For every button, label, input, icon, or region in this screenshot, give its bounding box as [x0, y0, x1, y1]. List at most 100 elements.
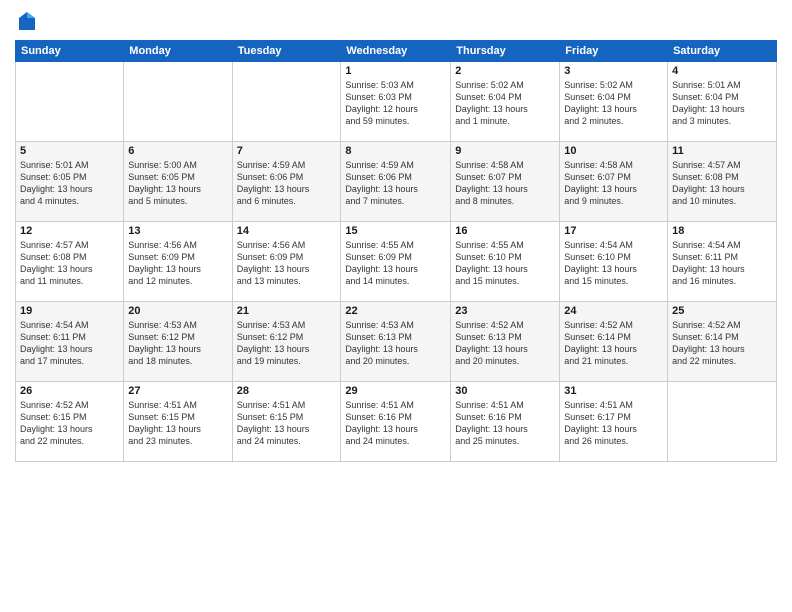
day-info: Sunrise: 5:03 AM Sunset: 6:03 PM Dayligh…: [345, 79, 446, 128]
day-number: 10: [564, 145, 663, 157]
day-info: Sunrise: 4:55 AM Sunset: 6:10 PM Dayligh…: [455, 239, 555, 288]
day-number: 20: [128, 305, 227, 317]
day-info: Sunrise: 4:59 AM Sunset: 6:06 PM Dayligh…: [237, 159, 337, 208]
day-info: Sunrise: 4:54 AM Sunset: 6:11 PM Dayligh…: [20, 319, 119, 368]
day-number: 9: [455, 145, 555, 157]
day-number: 11: [672, 145, 772, 157]
day-info: Sunrise: 4:54 AM Sunset: 6:11 PM Dayligh…: [672, 239, 772, 288]
calendar-day-15: 15 Sunrise: 4:55 AM Sunset: 6:09 PM Dayli…: [341, 222, 451, 302]
logo: [15, 10, 43, 34]
weekday-header-monday: Monday: [124, 41, 232, 62]
day-number: 26: [20, 385, 119, 397]
day-info: Sunrise: 5:02 AM Sunset: 6:04 PM Dayligh…: [564, 79, 663, 128]
day-info: Sunrise: 4:58 AM Sunset: 6:07 PM Dayligh…: [455, 159, 555, 208]
header-row: SundayMondayTuesdayWednesdayThursdayFrid…: [16, 41, 777, 62]
calendar-week-1: 1Sunrise: 5:03 AM Sunset: 6:03 PM Daylig…: [16, 62, 777, 142]
calendar-day-11: 11Sunrise: 4:57 AM Sunset: 6:08 PM Dayli…: [668, 142, 777, 222]
weekday-header-thursday: Thursday: [451, 41, 560, 62]
day-number: 13: [128, 225, 227, 237]
calendar-day-20: 20 Sunrise: 4:53 AM Sunset: 6:12 PM Dayli…: [124, 302, 232, 382]
day-number: 4: [672, 65, 772, 77]
day-info: Sunrise: 4:52 AM Sunset: 6:13 PM Dayligh…: [455, 319, 555, 368]
weekday-header-friday: Friday: [560, 41, 668, 62]
calendar-day-8: 8Sunrise: 4:59 AM Sunset: 6:06 PM Daylig…: [341, 142, 451, 222]
day-number: 14: [237, 225, 337, 237]
day-number: 28: [237, 385, 337, 397]
calendar-week-2: 5 Sunrise: 5:01 AM Sunset: 6:05 PM Daylig…: [16, 142, 777, 222]
day-info: Sunrise: 4:51 AM Sunset: 6:17 PM Dayligh…: [564, 399, 663, 448]
day-info: Sunrise: 4:55 AM Sunset: 6:09 PM Dayligh…: [345, 239, 446, 288]
empty-cell: [668, 382, 777, 462]
calendar-day-27: 27 Sunrise: 4:51 AM Sunset: 6:15 PM Dayli…: [124, 382, 232, 462]
day-number: 31: [564, 385, 663, 397]
day-number: 3: [564, 65, 663, 77]
day-number: 22: [345, 305, 446, 317]
day-info: Sunrise: 4:52 AM Sunset: 6:15 PM Dayligh…: [20, 399, 119, 448]
calendar-day-25: 25Sunrise: 4:52 AM Sunset: 6:14 PM Dayli…: [668, 302, 777, 382]
calendar-day-9: 9 Sunrise: 4:58 AM Sunset: 6:07 PM Daylig…: [451, 142, 560, 222]
day-info: Sunrise: 5:00 AM Sunset: 6:05 PM Dayligh…: [128, 159, 227, 208]
header: [15, 10, 777, 34]
day-info: Sunrise: 4:53 AM Sunset: 6:12 PM Dayligh…: [128, 319, 227, 368]
day-number: 8: [345, 145, 446, 157]
day-info: Sunrise: 4:56 AM Sunset: 6:09 PM Dayligh…: [237, 239, 337, 288]
calendar-week-4: 19 Sunrise: 4:54 AM Sunset: 6:11 PM Dayli…: [16, 302, 777, 382]
empty-cell: [16, 62, 124, 142]
weekday-header-saturday: Saturday: [668, 41, 777, 62]
calendar-day-7: 7 Sunrise: 4:59 AM Sunset: 6:06 PM Daylig…: [232, 142, 341, 222]
calendar-day-1: 1Sunrise: 5:03 AM Sunset: 6:03 PM Daylig…: [341, 62, 451, 142]
calendar-day-4: 4 Sunrise: 5:01 AM Sunset: 6:04 PM Daylig…: [668, 62, 777, 142]
calendar-day-18: 18 Sunrise: 4:54 AM Sunset: 6:11 PM Dayli…: [668, 222, 777, 302]
day-number: 12: [20, 225, 119, 237]
day-number: 30: [455, 385, 555, 397]
day-number: 24: [564, 305, 663, 317]
day-info: Sunrise: 4:56 AM Sunset: 6:09 PM Dayligh…: [128, 239, 227, 288]
weekday-header-wednesday: Wednesday: [341, 41, 451, 62]
logo-icon: [15, 10, 39, 34]
day-number: 18: [672, 225, 772, 237]
calendar-day-29: 29 Sunrise: 4:51 AM Sunset: 6:16 PM Dayli…: [341, 382, 451, 462]
weekday-header-tuesday: Tuesday: [232, 41, 341, 62]
calendar-day-23: 23 Sunrise: 4:52 AM Sunset: 6:13 PM Dayli…: [451, 302, 560, 382]
calendar-day-28: 28 Sunrise: 4:51 AM Sunset: 6:15 PM Dayli…: [232, 382, 341, 462]
calendar-day-24: 24 Sunrise: 4:52 AM Sunset: 6:14 PM Dayli…: [560, 302, 668, 382]
calendar-table: SundayMondayTuesdayWednesdayThursdayFrid…: [15, 40, 777, 462]
calendar-day-5: 5 Sunrise: 5:01 AM Sunset: 6:05 PM Daylig…: [16, 142, 124, 222]
day-info: Sunrise: 4:57 AM Sunset: 6:08 PM Dayligh…: [20, 239, 119, 288]
calendar-day-10: 10Sunrise: 4:58 AM Sunset: 6:07 PM Dayli…: [560, 142, 668, 222]
calendar-day-17: 17 Sunrise: 4:54 AM Sunset: 6:10 PM Dayli…: [560, 222, 668, 302]
day-number: 19: [20, 305, 119, 317]
calendar-day-30: 30 Sunrise: 4:51 AM Sunset: 6:16 PM Dayli…: [451, 382, 560, 462]
day-info: Sunrise: 4:51 AM Sunset: 6:15 PM Dayligh…: [128, 399, 227, 448]
day-info: Sunrise: 5:01 AM Sunset: 6:05 PM Dayligh…: [20, 159, 119, 208]
day-info: Sunrise: 4:51 AM Sunset: 6:15 PM Dayligh…: [237, 399, 337, 448]
calendar-day-16: 16 Sunrise: 4:55 AM Sunset: 6:10 PM Dayli…: [451, 222, 560, 302]
day-number: 25: [672, 305, 772, 317]
day-number: 2: [455, 65, 555, 77]
day-number: 23: [455, 305, 555, 317]
day-info: Sunrise: 4:51 AM Sunset: 6:16 PM Dayligh…: [345, 399, 446, 448]
calendar-week-3: 12 Sunrise: 4:57 AM Sunset: 6:08 PM Dayli…: [16, 222, 777, 302]
day-number: 5: [20, 145, 119, 157]
day-number: 21: [237, 305, 337, 317]
day-number: 15: [345, 225, 446, 237]
day-info: Sunrise: 4:51 AM Sunset: 6:16 PM Dayligh…: [455, 399, 555, 448]
day-number: 17: [564, 225, 663, 237]
calendar-day-19: 19 Sunrise: 4:54 AM Sunset: 6:11 PM Dayli…: [16, 302, 124, 382]
empty-cell: [232, 62, 341, 142]
calendar-day-3: 3 Sunrise: 5:02 AM Sunset: 6:04 PM Daylig…: [560, 62, 668, 142]
day-number: 27: [128, 385, 227, 397]
day-number: 7: [237, 145, 337, 157]
calendar-day-21: 21Sunrise: 4:53 AM Sunset: 6:12 PM Dayli…: [232, 302, 341, 382]
day-number: 16: [455, 225, 555, 237]
calendar-day-12: 12 Sunrise: 4:57 AM Sunset: 6:08 PM Dayli…: [16, 222, 124, 302]
calendar-week-5: 26 Sunrise: 4:52 AM Sunset: 6:15 PM Dayli…: [16, 382, 777, 462]
day-info: Sunrise: 5:01 AM Sunset: 6:04 PM Dayligh…: [672, 79, 772, 128]
day-info: Sunrise: 4:52 AM Sunset: 6:14 PM Dayligh…: [564, 319, 663, 368]
day-number: 29: [345, 385, 446, 397]
empty-cell: [124, 62, 232, 142]
calendar-day-31: 31 Sunrise: 4:51 AM Sunset: 6:17 PM Dayli…: [560, 382, 668, 462]
calendar-day-22: 22Sunrise: 4:53 AM Sunset: 6:13 PM Dayli…: [341, 302, 451, 382]
day-number: 6: [128, 145, 227, 157]
day-info: Sunrise: 4:54 AM Sunset: 6:10 PM Dayligh…: [564, 239, 663, 288]
